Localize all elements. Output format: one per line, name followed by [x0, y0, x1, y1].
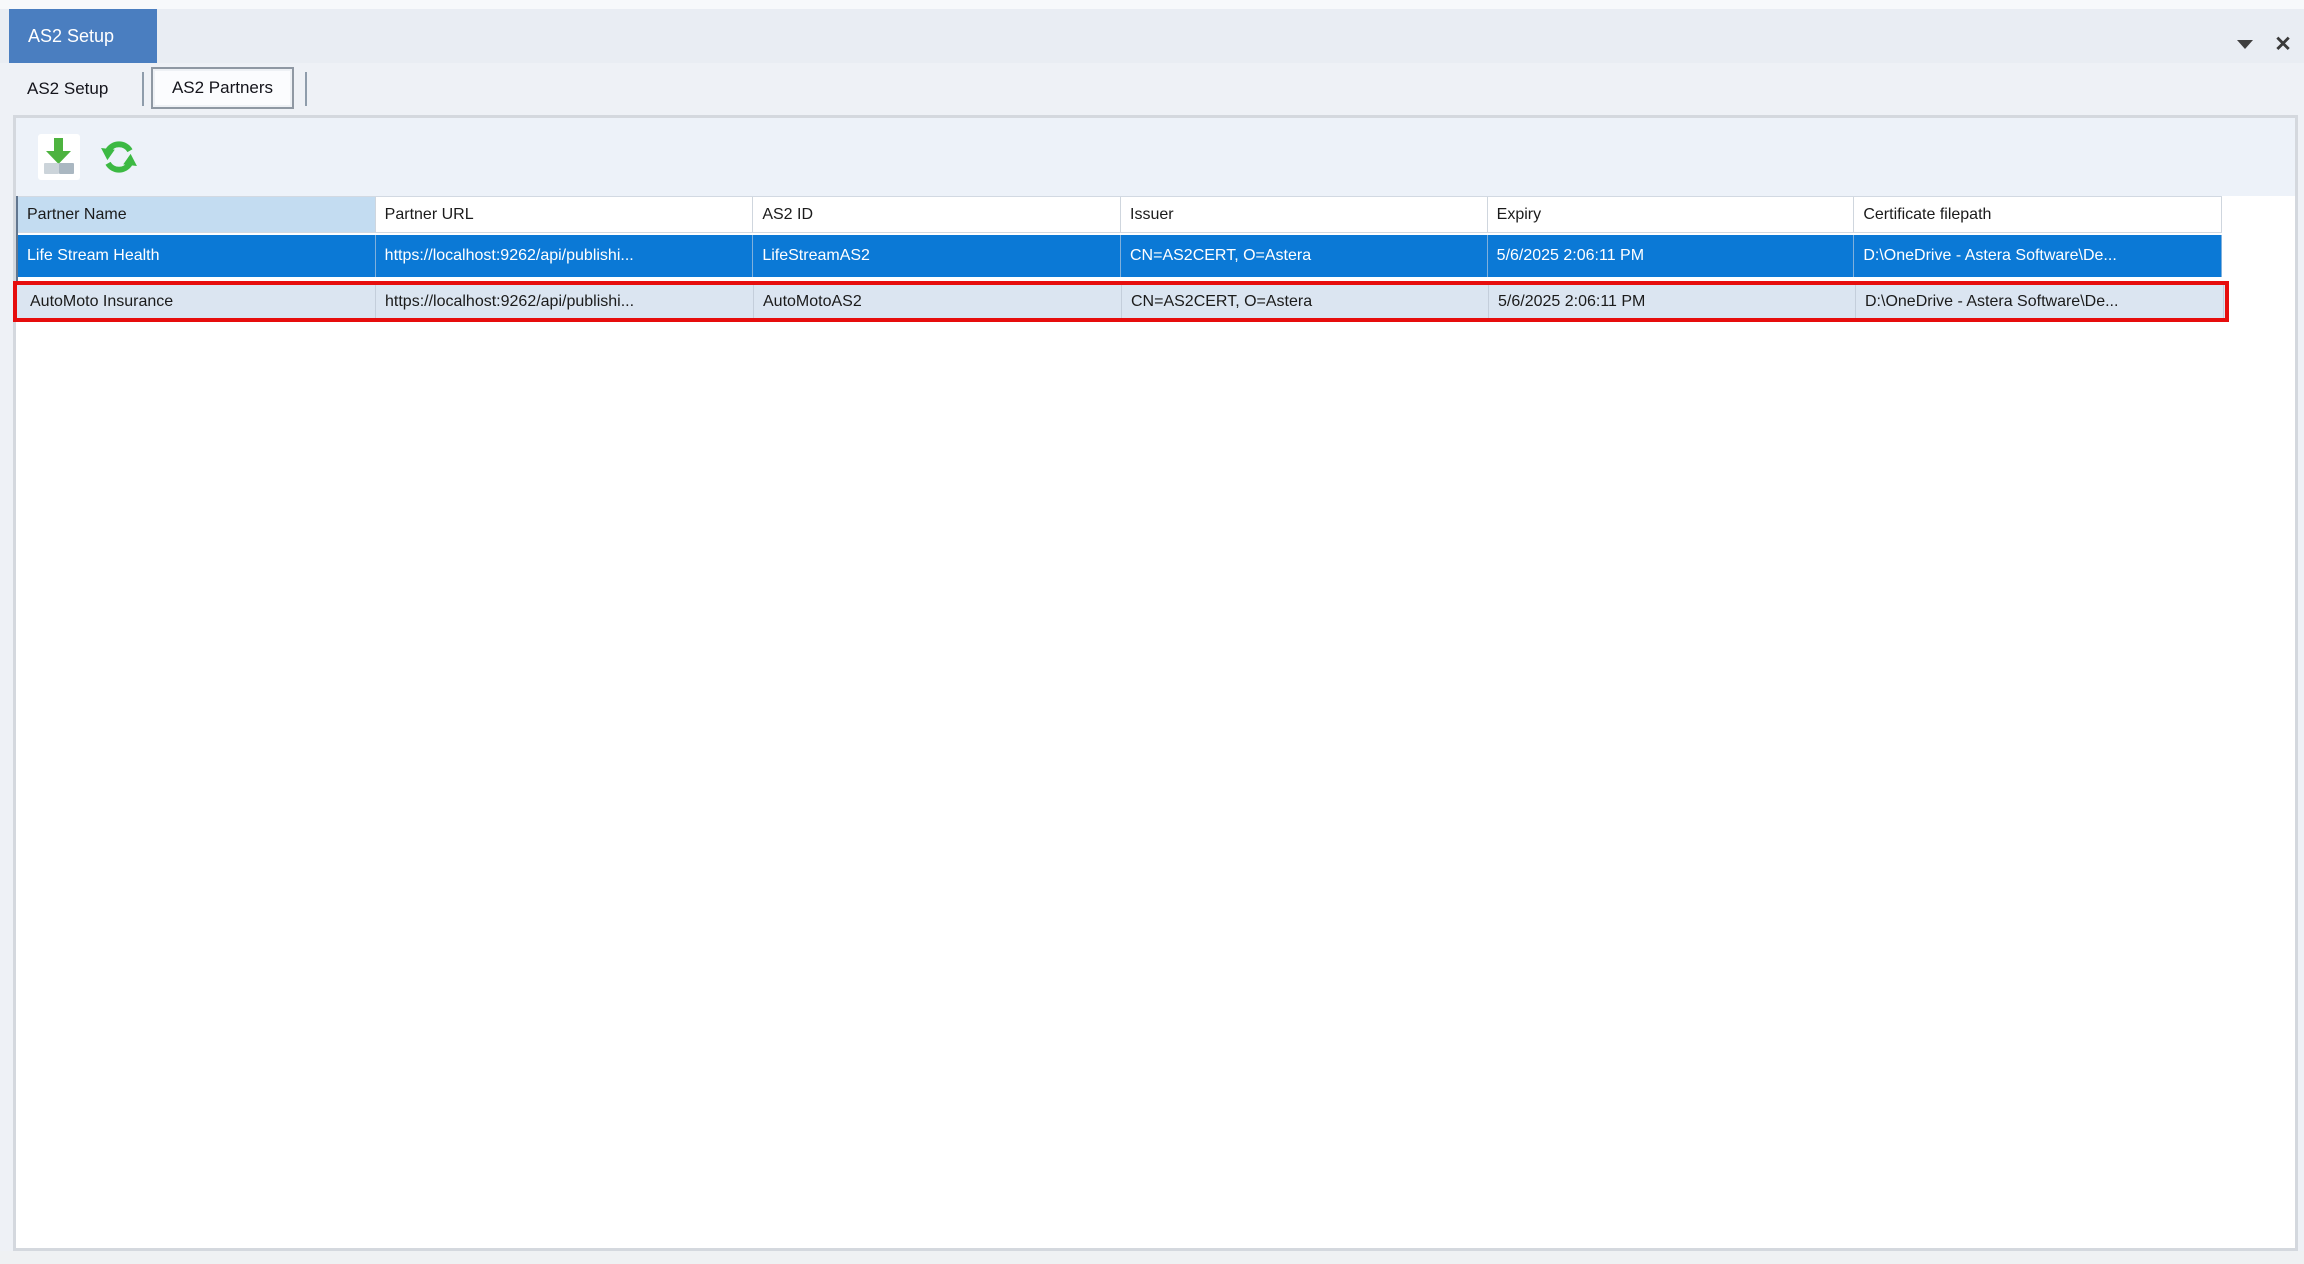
column-header-partner-name[interactable]: Partner Name [18, 197, 376, 233]
close-icon: ✕ [2274, 32, 2292, 56]
tab-label: AS2 Partners [171, 78, 274, 97]
window-menu-button[interactable] [2234, 33, 2256, 55]
bottom-strip [0, 1251, 2304, 1264]
cell-partner-name[interactable]: Life Stream Health [18, 235, 376, 277]
tab-separator [142, 72, 144, 106]
import-download-icon [44, 138, 74, 174]
column-header-as2-id[interactable]: AS2 ID [753, 197, 1121, 233]
column-header-partner-url[interactable]: Partner URL [375, 197, 754, 233]
cell-as2-id[interactable]: LifeStreamAS2 [753, 235, 1121, 277]
tab-as2-partners[interactable]: AS2 Partners [151, 67, 294, 109]
partners-table: Partner Name Partner URL AS2 ID Issuer E… [13, 196, 2229, 322]
table-row-life-stream-health[interactable]: Life Stream Health https://localhost:926… [18, 235, 2223, 277]
document-tab-as2-setup[interactable]: AS2 Setup [9, 9, 157, 63]
cell-partner-url[interactable]: https://localhost:9262/api/publishi... [376, 285, 754, 318]
tab-label: AS2 Setup [27, 79, 109, 98]
document-tab-bar: AS2 Setup ✕ [0, 9, 2304, 63]
cell-expiry[interactable]: 5/6/2025 2:06:11 PM [1488, 235, 1855, 277]
close-button[interactable]: ✕ [2272, 33, 2294, 55]
window-top-strip [0, 0, 2304, 9]
tab-separator [305, 72, 307, 106]
refresh-button[interactable] [98, 134, 140, 180]
chevron-down-icon [2237, 39, 2253, 49]
refresh-icon [101, 141, 137, 173]
column-header-expiry[interactable]: Expiry [1487, 197, 1855, 233]
cell-expiry[interactable]: 5/6/2025 2:06:11 PM [1489, 285, 1856, 318]
cell-issuer[interactable]: CN=AS2CERT, O=Astera [1122, 285, 1489, 318]
cell-partner-name[interactable]: AutoMoto Insurance [17, 285, 376, 318]
as2-partners-panel: Partner Name Partner URL AS2 ID Issuer E… [13, 115, 2298, 1251]
cell-as2-id[interactable]: AutoMotoAS2 [754, 285, 1122, 318]
column-header-issuer[interactable]: Issuer [1121, 197, 1488, 233]
cell-partner-url[interactable]: https://localhost:9262/api/publishi... [376, 235, 754, 277]
cell-certificate-filepath[interactable]: D:\OneDrive - Astera Software\De... [1854, 235, 2223, 277]
window-controls: ✕ [2234, 33, 2294, 55]
table-row-automoto-insurance[interactable]: AutoMoto Insurance https://localhost:926… [13, 281, 2229, 322]
tab-strip: AS2 Setup AS2 Partners [0, 63, 2304, 115]
column-header-certificate-filepath[interactable]: Certificate filepath [1854, 197, 2223, 233]
tab-as2-setup[interactable]: AS2 Setup [27, 69, 108, 109]
cell-certificate-filepath[interactable]: D:\OneDrive - Astera Software\De... [1856, 285, 2224, 318]
import-partner-button[interactable] [38, 134, 80, 180]
cell-issuer[interactable]: CN=AS2CERT, O=Astera [1121, 235, 1488, 277]
toolbar [16, 118, 2295, 196]
table-header-row: Partner Name Partner URL AS2 ID Issuer E… [18, 196, 2223, 233]
document-tab-label: AS2 Setup [28, 25, 115, 46]
